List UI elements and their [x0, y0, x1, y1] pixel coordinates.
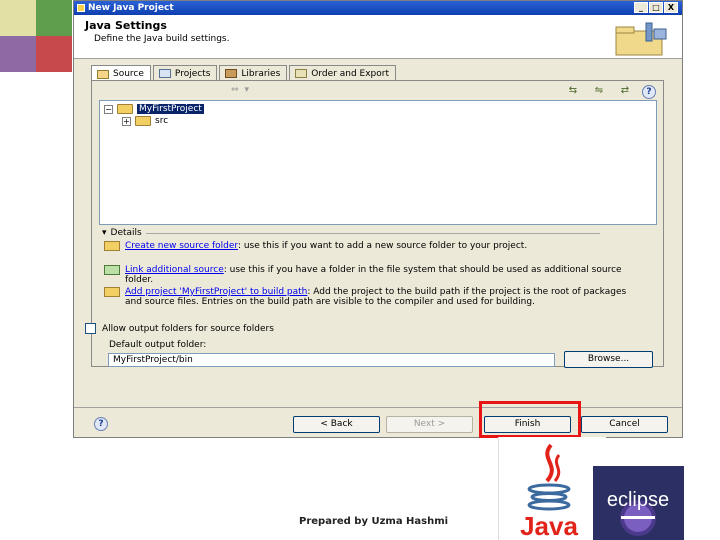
- finish-highlight-box: [479, 401, 581, 438]
- next-button[interactable]: Next >: [386, 416, 473, 433]
- help-icon[interactable]: ?: [94, 417, 108, 431]
- window-title: New Java Project: [88, 3, 174, 13]
- decor-square-purple: [0, 36, 36, 72]
- expand-toggle-icon[interactable]: +: [122, 116, 131, 126]
- libraries-icon: [225, 69, 238, 78]
- tab-label: Order and Export: [311, 68, 389, 79]
- eclipse-logo: eclipse: [593, 466, 684, 540]
- java-logo: Java: [498, 437, 606, 540]
- new-java-project-dialog: New Java Project _ □ X Java Settings Def…: [73, 0, 683, 438]
- add-project-icon: [104, 287, 120, 297]
- browse-button[interactable]: Browse...: [564, 351, 653, 368]
- divider: [145, 232, 600, 234]
- tree-row-project[interactable]: − MyFirstProject: [104, 104, 204, 114]
- project-folder-icon: [117, 104, 133, 114]
- create-source-folder-link[interactable]: Create new source folder: [125, 241, 238, 251]
- filter-icon[interactable]: ⇄: [616, 85, 634, 97]
- source-tree[interactable]: − MyFirstProject + src: [99, 100, 657, 225]
- checkbox-label: Allow output folders for source folders: [102, 323, 274, 334]
- project-name[interactable]: MyFirstProject: [137, 104, 204, 114]
- view-menu[interactable]: ⇔ ▾: [231, 85, 249, 95]
- slide: New Java Project _ □ X Java Settings Def…: [0, 0, 720, 540]
- decor-square-green: [36, 0, 72, 36]
- output-folder-label: Default output folder:: [109, 340, 207, 350]
- allow-output-folders-row[interactable]: Allow output folders for source folders: [85, 323, 274, 334]
- java-wordmark: Java: [520, 511, 578, 540]
- page-title: Java Settings: [85, 19, 167, 32]
- minimize-button[interactable]: _: [634, 2, 648, 13]
- chevron-down-icon[interactable]: ▾: [245, 85, 250, 95]
- projects-icon: [158, 69, 171, 78]
- output-folder-input[interactable]: MyFirstProject/bin: [108, 353, 555, 367]
- link-source-icon[interactable]: ⇋: [590, 85, 608, 97]
- details-section-header[interactable]: ▾ Details: [102, 228, 600, 238]
- detail-add-project: Add project 'MyFirstProject' to build pa…: [104, 287, 645, 307]
- cancel-button[interactable]: Cancel: [581, 416, 668, 433]
- app-icon: [77, 4, 85, 12]
- window-titlebar[interactable]: New Java Project _ □ X: [74, 1, 682, 15]
- tab-libraries[interactable]: Libraries: [219, 65, 288, 81]
- tree-row-src[interactable]: + src: [122, 116, 168, 126]
- tab-label: Libraries: [241, 68, 281, 79]
- source-folder-icon: [135, 116, 151, 126]
- back-button[interactable]: < Back: [293, 416, 380, 433]
- detail-text: : use this if you want to add a new sour…: [237, 241, 528, 251]
- folder-wizard-icon: [615, 22, 667, 56]
- link-additional-source-link[interactable]: Link additional source: [125, 265, 224, 275]
- tab-strip: Source Projects Libraries Order and Expo…: [91, 65, 398, 82]
- chevron-down-icon[interactable]: ▾: [102, 228, 107, 238]
- tree-toolbar: ⇆ ⇋ ⇄ ?: [564, 85, 656, 99]
- add-project-link[interactable]: Add project 'MyFirstProject' to build pa…: [125, 287, 307, 297]
- footer-divider: [74, 407, 682, 408]
- help-icon[interactable]: ?: [642, 85, 656, 99]
- details-heading: Details: [110, 228, 142, 238]
- close-button[interactable]: X: [664, 2, 678, 13]
- new-folder-icon: [104, 241, 120, 251]
- detail-create-folder: Create new source folder: use this if yo…: [104, 241, 645, 251]
- add-source-icon[interactable]: ⇆: [564, 85, 582, 97]
- tab-label: Projects: [174, 68, 211, 79]
- allow-output-folders-checkbox[interactable]: [85, 323, 96, 334]
- order-export-icon: [295, 69, 308, 78]
- tab-projects[interactable]: Projects: [152, 65, 218, 81]
- eclipse-wordmark: eclipse: [607, 489, 669, 511]
- credit-text: Prepared by Uzma Hashmi: [299, 516, 449, 527]
- decor-square-yellow: [0, 0, 36, 36]
- src-folder-name[interactable]: src: [155, 116, 168, 126]
- page-description: Define the Java build settings.: [94, 34, 230, 44]
- detail-link-source: Link additional source: use this if you …: [104, 265, 645, 285]
- link-folder-icon: [104, 265, 120, 275]
- tab-label: Source: [113, 69, 144, 79]
- source-folder-icon: [97, 69, 109, 79]
- window-controls: _ □ X: [634, 2, 678, 13]
- collapse-toggle-icon[interactable]: −: [104, 104, 113, 114]
- decor-square-red: [36, 36, 72, 72]
- wizard-banner: Java Settings Define the Java build sett…: [74, 15, 682, 59]
- collapse-icon[interactable]: ⇔: [231, 85, 239, 95]
- maximize-button[interactable]: □: [649, 2, 663, 13]
- tab-order-export[interactable]: Order and Export: [289, 65, 396, 81]
